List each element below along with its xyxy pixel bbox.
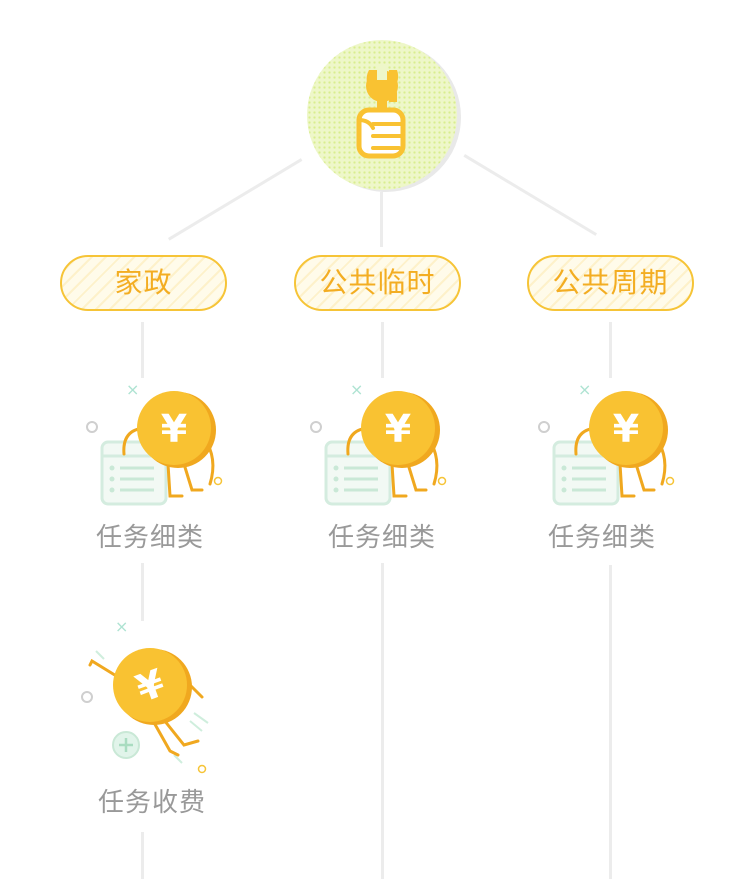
svg-text:×: × <box>350 380 363 399</box>
fee-label: 任务收费 <box>97 788 206 818</box>
connector-right-1 <box>609 322 612 378</box>
connector-right-2 <box>609 565 612 879</box>
connector-root-left <box>168 158 303 241</box>
coin-calendar-icon: × ¥ <box>538 380 675 506</box>
subtask-node-public-temporary[interactable]: × ¥ <box>308 380 448 510</box>
connector-left-3 <box>141 832 144 879</box>
root-service-node[interactable] <box>307 40 457 190</box>
connector-mid-1 <box>381 322 384 378</box>
svg-text:¥: ¥ <box>385 407 411 451</box>
coin-calendar-icon: × ¥ <box>310 380 447 506</box>
svg-text:×: × <box>115 617 128 636</box>
svg-text:×: × <box>578 380 591 399</box>
connector-mid-2 <box>381 563 384 879</box>
subtask-label-public-temporary: 任务细类 <box>327 523 436 553</box>
coin-calendar-icon: × ¥ <box>86 380 223 506</box>
subtask-label-public-periodic: 任务细类 <box>547 523 656 553</box>
connector-left-2 <box>141 563 144 621</box>
fee-node[interactable]: × ¥ <box>78 615 218 775</box>
wrench-fist-icon <box>356 64 406 159</box>
connector-root-right <box>463 154 598 236</box>
connector-root-middle <box>380 192 383 247</box>
subtask-node-public-periodic[interactable]: × ¥ <box>536 380 676 510</box>
svg-text:¥: ¥ <box>161 407 187 451</box>
svg-text:×: × <box>126 380 139 399</box>
subtask-node-housekeeping[interactable]: × ¥ <box>84 380 224 510</box>
category-public-periodic[interactable]: 公共周期 <box>527 255 694 311</box>
category-housekeeping[interactable]: 家政 <box>60 255 227 311</box>
category-public-temporary[interactable]: 公共临时 <box>294 255 461 311</box>
connector-left-1 <box>141 322 144 378</box>
coin-add-icon: × ¥ <box>81 617 209 774</box>
subtask-label-housekeeping: 任务细类 <box>95 523 204 553</box>
svg-text:¥: ¥ <box>613 407 639 451</box>
